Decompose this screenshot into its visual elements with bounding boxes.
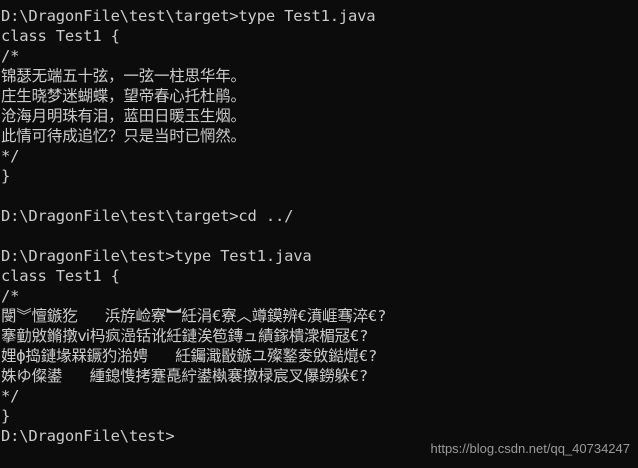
console-line: */: [1, 147, 20, 165]
console-line: class Test1 {: [1, 27, 120, 45]
console-line: 搴勭敓鏅撴ⅵ杩疯澏铦讹紝鏈涘笣鏄ュ績鎵樻潨楣冦€?: [1, 327, 369, 345]
console-line: */: [1, 387, 20, 405]
console-line: 姝ゆ儏鍙 緟鎴愯拷蹇嗭紵鍙槸褰撴椂宸叉儤鐒躲€?: [1, 367, 368, 385]
console-line: class Test1 {: [1, 267, 120, 285]
console-output: D:\DragonFile\test\target>type Test1.jav…: [1, 6, 638, 446]
console-window[interactable]: D:\DragonFile\test\target>type Test1.jav…: [0, 0, 638, 468]
console-line: 锦瑟无端五十弦，一弦一柱思华年。: [1, 67, 246, 85]
console-line: }: [1, 407, 11, 425]
console-line: /*: [1, 287, 20, 305]
console-line: 庄生晓梦迷蝴蝶，望帝春心托杜鹃。: [1, 87, 246, 105]
console-line: 沧海月明珠有泪，蓝田日暖玉生烟。: [1, 107, 246, 125]
watermark-text: https://blog.csdn.net/qq_40734247: [430, 441, 631, 456]
console-line: 閿︾憻鏃犵 浜斿崄寮︼紝涓€寮︿竴鏌辨€濆崕骞淬€?: [1, 307, 387, 325]
console-line: 此情可待成追忆？只是当时已惘然。: [1, 127, 246, 145]
console-line: /*: [1, 47, 20, 65]
console-line: D:\DragonFile\test>type Test1.java: [1, 247, 312, 265]
console-line: 娌ф捣鏈堟槑鐝犳湁娉 紝钃濈敯鏃ユ殩鐜夌敓鐑熴€?: [1, 347, 378, 365]
console-line: }: [1, 167, 11, 185]
console-line: D:\DragonFile\test\target>cd ../: [1, 207, 294, 225]
console-line: D:\DragonFile\test\target>type Test1.jav…: [1, 7, 376, 25]
